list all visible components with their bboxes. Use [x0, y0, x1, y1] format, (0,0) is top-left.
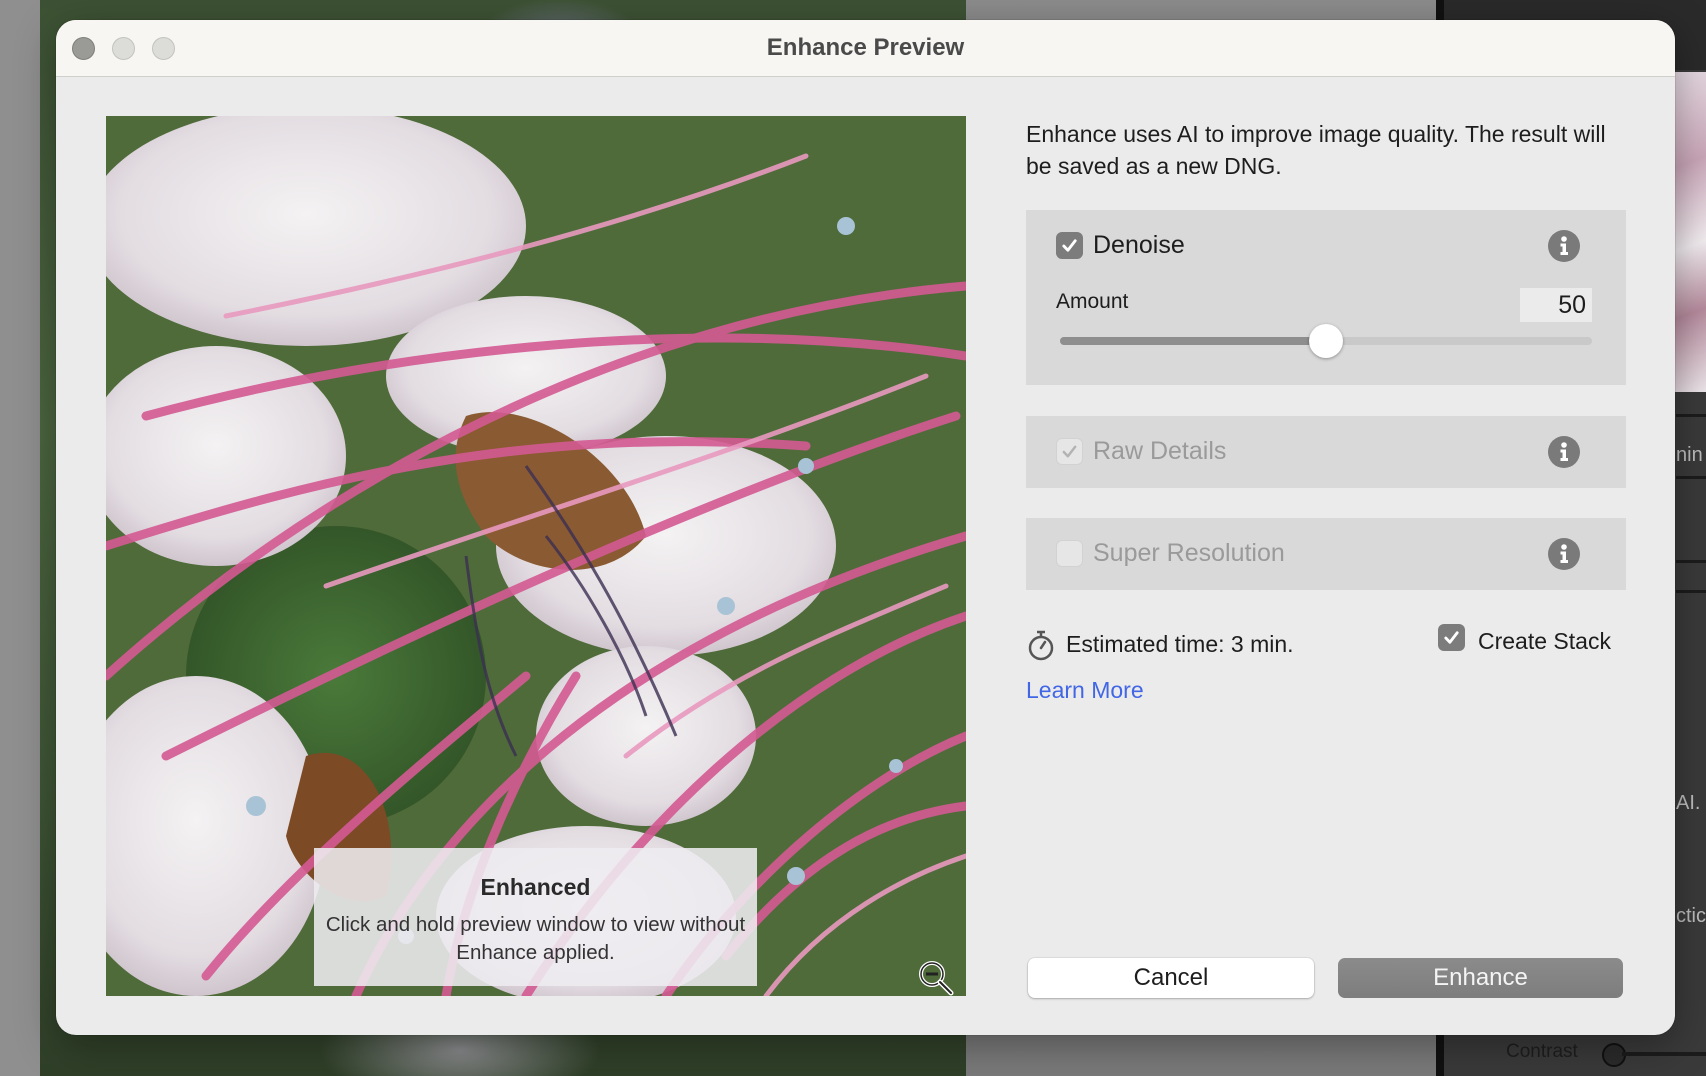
- super-resolution-label: Super Resolution: [1093, 539, 1285, 567]
- raw-details-panel: Raw Details: [1026, 416, 1626, 488]
- amount-value-field[interactable]: [1520, 288, 1592, 322]
- estimated-time-text: Estimated time: 3 min.: [1066, 631, 1294, 657]
- background-panel-divider: [1676, 476, 1706, 479]
- checkmark-icon: [1444, 631, 1459, 644]
- create-stack-option[interactable]: Create Stack: [1438, 624, 1675, 658]
- raw-details-checkbox[interactable]: [1056, 438, 1083, 465]
- background-panel-text-fragment: nin: [1676, 444, 1703, 466]
- background-panel-text-fragment: ctic: [1676, 905, 1706, 927]
- title-bar: Enhance Preview: [56, 20, 1675, 77]
- raw-details-info-icon[interactable]: [1548, 436, 1580, 468]
- amount-label: Amount: [1056, 290, 1129, 313]
- raw-details-label: Raw Details: [1093, 437, 1227, 465]
- denoise-panel: Denoise Amount: [1026, 210, 1626, 385]
- enhance-button[interactable]: Enhance: [1338, 958, 1623, 998]
- dialog-title: Enhance Preview: [766, 34, 965, 61]
- background-panel-divider: [1676, 414, 1706, 417]
- enhanced-info-overlay: Enhanced Click and hold preview window t…: [314, 848, 757, 986]
- enhance-description: Enhance uses AI to improve image quality…: [1026, 121, 1606, 179]
- cancel-button[interactable]: Cancel: [1028, 958, 1314, 998]
- enhance-preview-image[interactable]: Enhanced Click and hold preview window t…: [106, 116, 966, 996]
- super-resolution-checkbox[interactable]: [1056, 540, 1083, 567]
- background-panel-text-fragment: AI. T: [1676, 792, 1706, 814]
- overlay-title: Enhanced: [480, 874, 591, 900]
- background-panel-divider: [1676, 560, 1706, 563]
- background-contrast-label: Contrast: [1506, 1041, 1578, 1062]
- background-left-strip: [0, 0, 40, 1076]
- enhance-preview-dialog: Enhance Preview Enhanced Click and hold …: [56, 20, 1675, 1035]
- super-resolution-info-icon[interactable]: [1548, 538, 1580, 570]
- background-contrast-slider-track: [1622, 1052, 1706, 1056]
- checkmark-icon: [1062, 239, 1077, 252]
- amount-slider[interactable]: [1060, 324, 1592, 358]
- learn-more-link[interactable]: Learn More: [1026, 677, 1144, 704]
- amount-slider-thumb[interactable]: [1309, 324, 1343, 358]
- denoise-info-icon[interactable]: [1548, 230, 1580, 262]
- stopwatch-icon: [1028, 630, 1054, 661]
- background-panel-divider: [1676, 590, 1706, 593]
- zoom-out-icon[interactable]: [916, 958, 956, 996]
- super-resolution-panel: Super Resolution: [1026, 518, 1626, 590]
- denoise-label: Denoise: [1093, 231, 1185, 259]
- checkmark-icon: [1062, 445, 1077, 458]
- create-stack-label: Create Stack: [1478, 628, 1611, 654]
- denoise-checkbox[interactable]: [1056, 232, 1083, 259]
- create-stack-checkbox[interactable]: [1438, 624, 1465, 651]
- overlay-instructions: Click and hold preview window to view wi…: [325, 913, 746, 964]
- amount-slider-fill: [1060, 337, 1326, 345]
